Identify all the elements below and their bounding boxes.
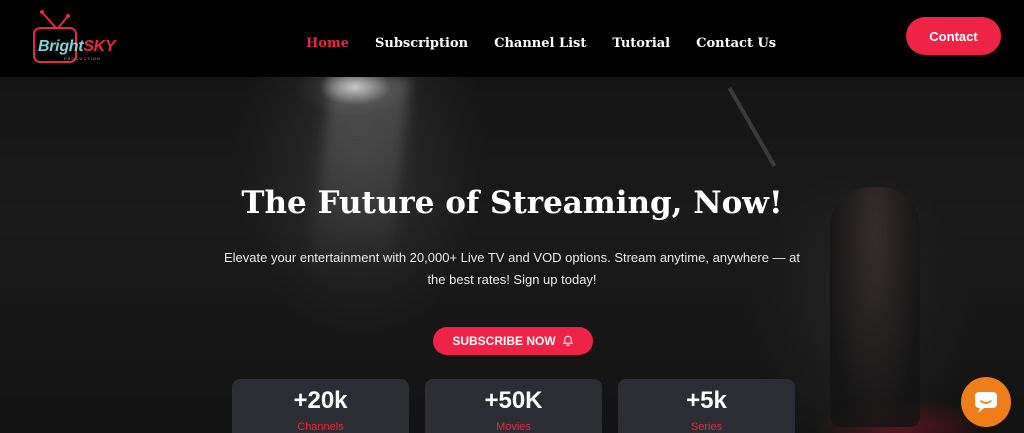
- brand-logo[interactable]: BrightSKY PRODUCTION: [28, 8, 128, 70]
- subscribe-now-button[interactable]: SUBSCRIBE NOW: [433, 327, 593, 355]
- nav-item-tutorial[interactable]: Tutorial: [612, 36, 670, 51]
- navbar: BrightSKY PRODUCTION Home Subscription C…: [0, 0, 1024, 77]
- chat-button[interactable]: [961, 377, 1011, 427]
- stat-value: +5k: [686, 387, 727, 414]
- stat-label: Channels: [297, 421, 344, 433]
- bell-icon: [562, 335, 573, 347]
- nav-item-home[interactable]: Home: [306, 36, 349, 51]
- stat-card-channels: +20k Channels: [232, 379, 409, 433]
- brand-name-part2: SKY: [83, 38, 116, 55]
- hero-background-pole: [727, 87, 777, 167]
- stat-value: +20k: [293, 387, 348, 414]
- stat-card-series: +5k Series: [618, 379, 795, 433]
- brand-tagline: PRODUCTION: [64, 56, 101, 61]
- subscribe-now-label: SUBSCRIBE NOW: [452, 334, 556, 348]
- hero-section: The Future of Streaming, Now! Elevate yo…: [0, 77, 1024, 433]
- hero-title: The Future of Streaming, Now!: [241, 185, 783, 221]
- hero-background-figure: [830, 187, 920, 427]
- brand-name-part1: Bright: [38, 38, 84, 55]
- nav-item-channel-list[interactable]: Channel List: [494, 36, 586, 51]
- stat-value: +50K: [484, 387, 543, 414]
- stat-card-movies: +50K Movies: [425, 379, 602, 433]
- stat-label: Series: [690, 421, 723, 433]
- nav-item-subscription[interactable]: Subscription: [375, 36, 468, 51]
- nav-item-contact-us[interactable]: Contact Us: [696, 36, 776, 51]
- hero-subtitle-line1: Elevate your entertainment with 20,000+ …: [223, 250, 801, 265]
- stat-label: Movies: [496, 421, 531, 433]
- main-nav: Home Subscription Channel List Tutorial …: [306, 36, 776, 51]
- chat-bubble-icon: [975, 392, 997, 413]
- contact-button[interactable]: Contact: [906, 17, 1001, 55]
- hero-subtitle: Elevate your entertainment with 20,000+ …: [222, 247, 802, 291]
- hero-subtitle-line2: the best rates! Sign up today!: [427, 272, 597, 287]
